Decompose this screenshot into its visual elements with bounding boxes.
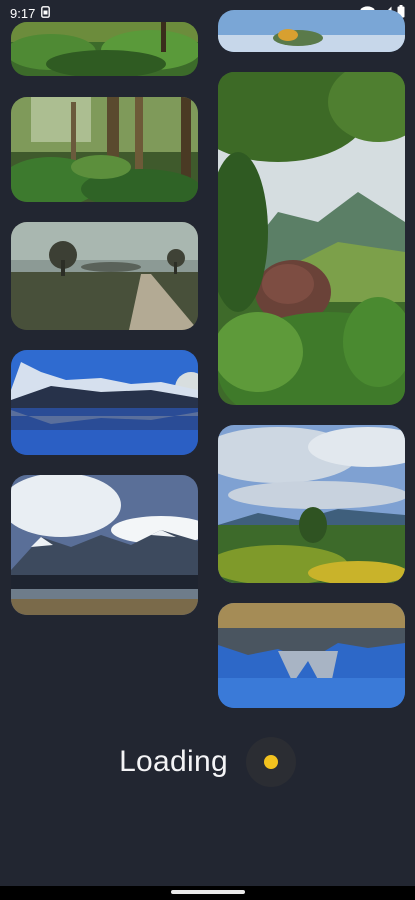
loading-indicator: Loading: [0, 730, 415, 794]
status-left: 9:17: [10, 5, 51, 21]
mountain-lake-reflection-photo[interactable]: [11, 350, 198, 455]
blue-sky-partial-photo[interactable]: [218, 10, 405, 52]
loading-dot-icon: [263, 755, 278, 769]
status-time: 9:17: [10, 5, 36, 21]
cloudy-hills-photo[interactable]: [218, 425, 405, 583]
snowy-mountains-clouds-photo[interactable]: [11, 475, 198, 615]
loading-label: Loading: [119, 745, 228, 778]
jungle-hill-view-photo[interactable]: [218, 72, 405, 405]
forest-undergrowth-photo[interactable]: [11, 22, 198, 76]
forest-ferns-photo[interactable]: [11, 97, 198, 202]
sim-card-icon: [41, 5, 51, 21]
loading-spinner: [245, 737, 296, 787]
home-gesture-handle[interactable]: [171, 890, 245, 894]
misty-field-road-photo[interactable]: [11, 222, 198, 330]
lake-reflection-photo[interactable]: [218, 603, 405, 708]
